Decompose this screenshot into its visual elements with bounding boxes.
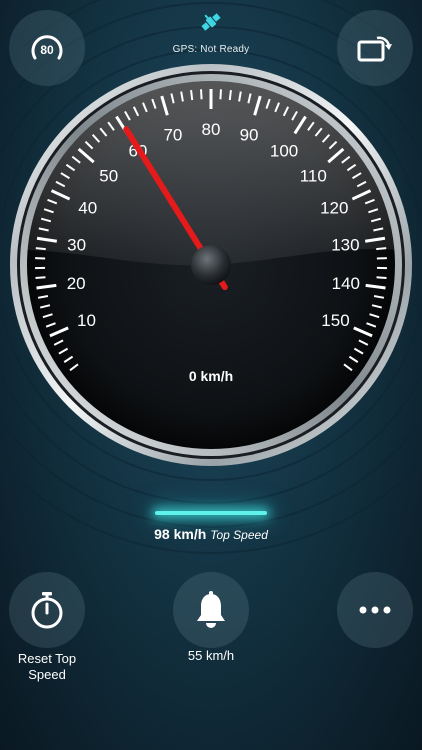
scale-label-40: 40 xyxy=(78,199,97,218)
speed-alert-value: 55 km/h xyxy=(187,648,235,663)
minor-tick xyxy=(35,276,46,280)
needle-hub xyxy=(191,245,231,285)
scale-label-150: 150 xyxy=(321,311,349,330)
scale-label-30: 30 xyxy=(67,235,86,254)
top-speed-readout: 98 km/h Top Speed xyxy=(0,526,422,544)
scale-label-120: 120 xyxy=(320,199,348,218)
scale-label-80: 80 xyxy=(202,120,221,139)
minor-tick xyxy=(376,247,387,251)
speed-alert-button[interactable] xyxy=(173,572,249,648)
minor-tick xyxy=(219,89,222,100)
top-speed-value: 98 km/h xyxy=(154,526,207,542)
minor-tick xyxy=(190,90,194,101)
scale-label-70: 70 xyxy=(163,125,182,144)
minor-tick xyxy=(200,89,203,100)
bell-icon xyxy=(197,591,225,628)
scale-label-140: 140 xyxy=(332,274,360,293)
more-options-button[interactable] xyxy=(337,572,413,648)
reset-top-speed-button[interactable] xyxy=(9,572,85,648)
minor-tick xyxy=(376,276,387,280)
top-speed-label: Top Speed xyxy=(210,528,268,542)
scale-label-50: 50 xyxy=(99,166,118,185)
scale-label-90: 90 xyxy=(240,125,259,144)
scale-label-100: 100 xyxy=(270,141,298,160)
stopwatch-icon xyxy=(31,592,63,629)
minor-tick xyxy=(228,90,232,101)
reset-top-speed-label: Reset Top Speed xyxy=(17,651,77,682)
scale-label-10: 10 xyxy=(77,311,96,330)
more-dots-icon xyxy=(359,606,391,614)
minor-tick xyxy=(35,247,46,251)
top-speed-indicator-bar xyxy=(155,511,267,515)
scale-label-110: 110 xyxy=(300,166,327,185)
current-speed-readout: 0 km/h xyxy=(189,368,233,384)
scale-label-20: 20 xyxy=(67,274,86,293)
scale-label-130: 130 xyxy=(331,235,359,254)
